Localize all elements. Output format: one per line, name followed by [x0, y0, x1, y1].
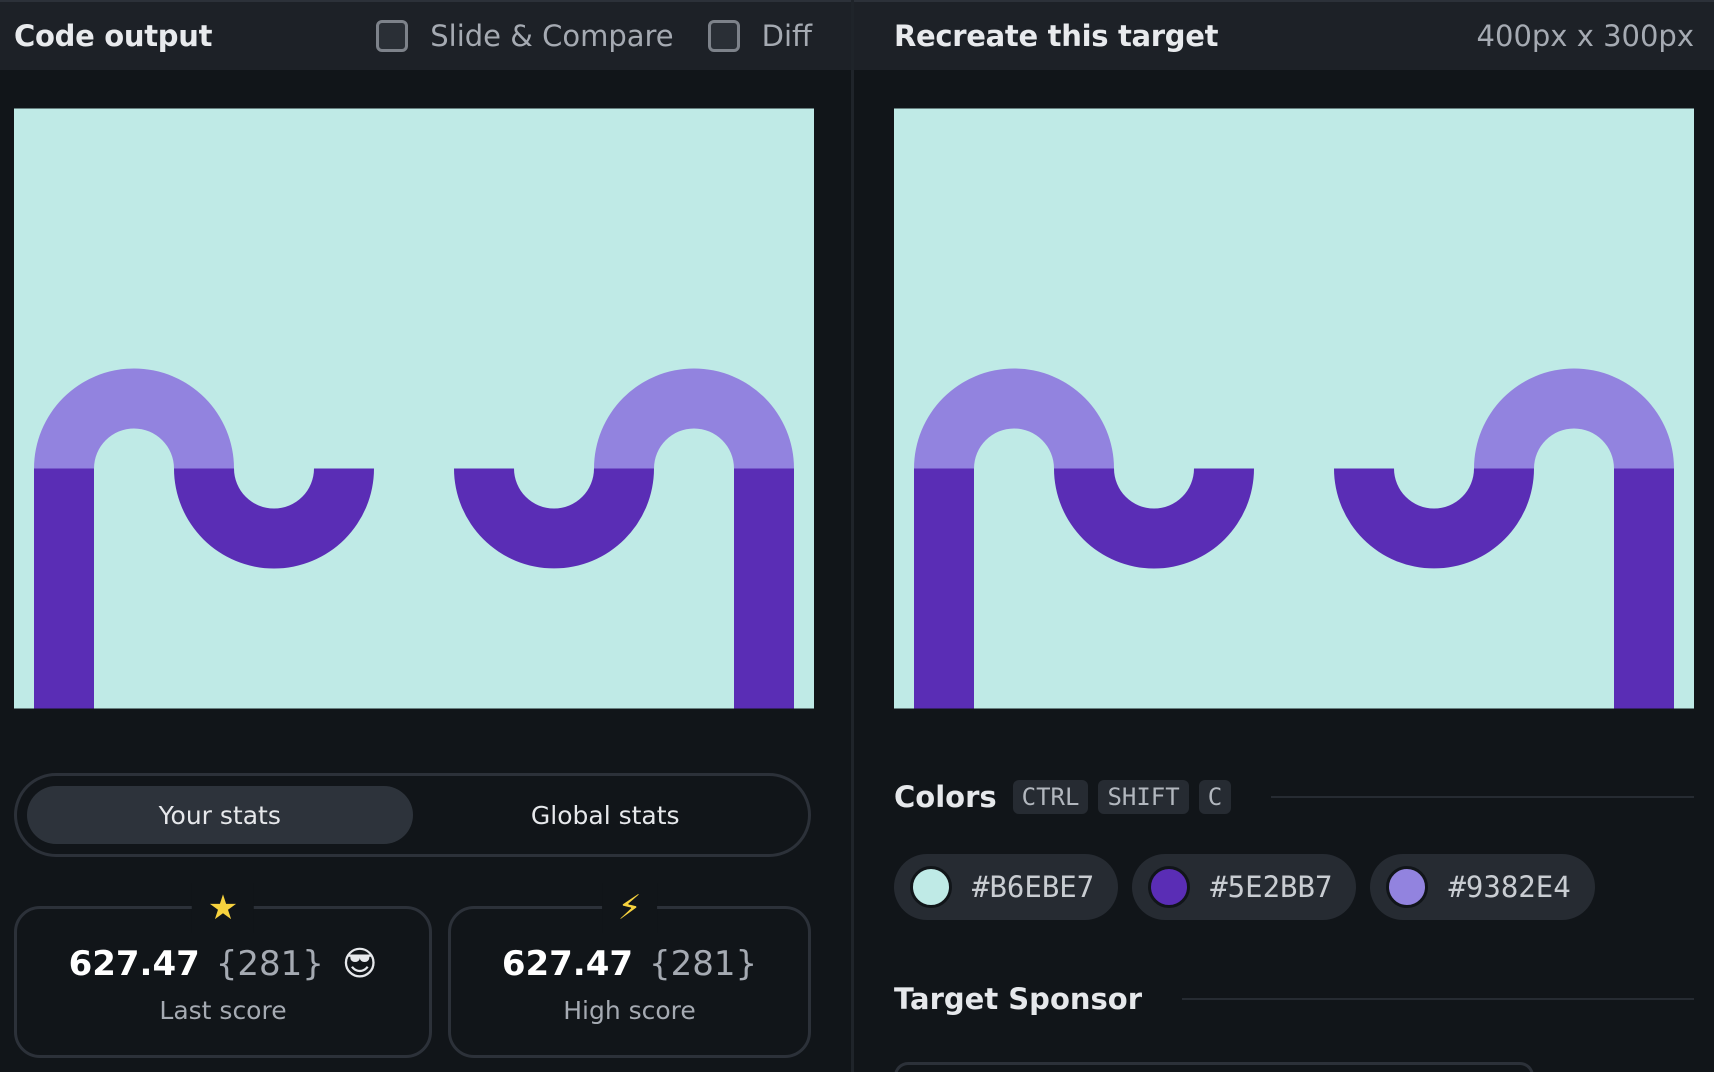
colors-section-header: Colors CTRL SHIFT C	[894, 780, 1694, 814]
swatch-hex: #B6EBE7	[972, 870, 1095, 904]
code-output-title: Code output	[14, 19, 213, 53]
slide-compare-checkbox[interactable]	[376, 20, 409, 52]
swatch-dot	[1148, 866, 1191, 908]
color-swatch-light-purple[interactable]: #9382E4	[1370, 854, 1595, 920]
last-score-line: 627.47 {281} 😎	[69, 944, 378, 984]
section-divider	[1182, 998, 1694, 1000]
swatch-dot	[910, 866, 952, 908]
shortcut-key-c: C	[1198, 780, 1232, 814]
shortcut-key-ctrl: CTRL	[1012, 780, 1089, 814]
shortcut-key-shift: SHIFT	[1098, 780, 1189, 814]
color-swatch-dark-purple[interactable]: #5E2BB7	[1132, 854, 1357, 920]
swatch-dot	[1386, 866, 1429, 908]
high-score-caption: High score	[563, 995, 696, 1025]
target-dimensions: 400px x 300px	[1476, 19, 1694, 53]
last-score-caption: Last score	[159, 995, 287, 1025]
colors-title: Colors	[894, 780, 997, 814]
star-icon: ★	[191, 883, 255, 933]
color-swatches: #B6EBE7 #5E2BB7 #9382E4	[894, 854, 1609, 920]
target-drawing	[894, 108, 1694, 709]
tab-global-stats[interactable]: Global stats	[413, 786, 799, 844]
right-post	[1614, 468, 1674, 709]
swatch-hex: #5E2BB7	[1210, 870, 1333, 904]
high-score-value: 627.47	[501, 943, 634, 984]
sponsor-section-header: Target Sponsor	[894, 982, 1694, 1016]
last-score-count: {281}	[215, 943, 324, 984]
section-divider	[1271, 796, 1694, 798]
view-toggles: Slide & Compare Diff	[342, 19, 812, 53]
sponsor-title: Target Sponsor	[894, 982, 1143, 1016]
sponsor-box[interactable]	[894, 1062, 1534, 1072]
lightning-bolt-icon: ⚡	[601, 883, 658, 933]
diff-toggle[interactable]: Diff	[707, 19, 812, 53]
panel-divider	[851, 0, 854, 1072]
app-root: Code output Slide & Compare Diff Recreat…	[0, 0, 1714, 1072]
slide-compare-label: Slide & Compare	[430, 19, 674, 53]
left-post	[34, 468, 94, 709]
last-score-card: ★ 627.47 {281} 😎 Last score	[14, 883, 432, 1058]
diff-label: Diff	[761, 19, 812, 53]
tab-your-stats[interactable]: Your stats	[27, 786, 413, 844]
high-score-count: {281}	[649, 943, 758, 984]
stats-tabs: Your stats Global stats	[14, 773, 811, 857]
code-output-drawing	[14, 108, 814, 709]
swatch-hex: #9382E4	[1448, 870, 1571, 904]
slide-compare-toggle[interactable]: Slide & Compare	[376, 19, 674, 53]
color-swatch-mint[interactable]: #B6EBE7	[894, 854, 1119, 920]
high-score-line: 627.47 {281}	[502, 944, 757, 984]
high-score-card: ⚡ 627.47 {281} High score	[448, 883, 811, 1058]
sunglasses-emoji-icon: 😎	[341, 943, 378, 984]
right-post	[734, 468, 794, 709]
diff-checkbox[interactable]	[707, 20, 740, 52]
target-header: Recreate this target 400px x 300px	[854, 0, 1714, 70]
code-output-header: Code output Slide & Compare Diff	[0, 0, 852, 70]
target-title: Recreate this target	[894, 19, 1219, 53]
last-score-value: 627.47	[68, 943, 200, 984]
left-post	[914, 468, 974, 709]
target-canvas	[894, 108, 1694, 709]
code-output-canvas[interactable]	[14, 108, 814, 709]
